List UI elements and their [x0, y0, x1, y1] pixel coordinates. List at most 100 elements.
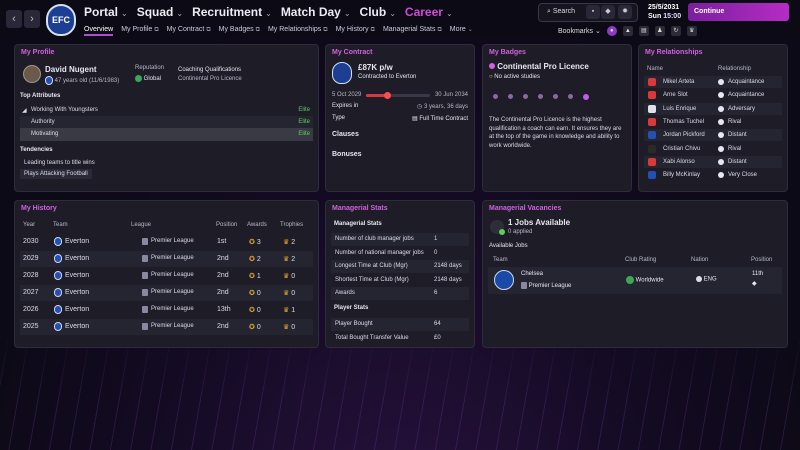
history-row[interactable]: 2030 Everton Premier League 1st ✪ 3 ♛ 2	[20, 234, 313, 250]
badge-dot-icon	[493, 94, 498, 99]
history-team: Everton	[65, 323, 90, 330]
medal-icon: ✪	[249, 307, 257, 314]
relationship-row[interactable]: Mikel Arteta Acquaintance	[644, 76, 782, 88]
tab-my-profile[interactable]: My Profile ⧉	[121, 26, 158, 36]
back-button[interactable]: ‹	[6, 10, 22, 28]
stat-label: Awards	[335, 290, 355, 297]
forward-button[interactable]: ›	[24, 10, 40, 28]
continue-button[interactable]: Continue	[688, 3, 789, 21]
relationship-row[interactable]: Billy McKinlay Very Close	[644, 169, 782, 181]
panel-title[interactable]: My Relationships	[645, 49, 703, 56]
job-rival-icon: ◆	[752, 281, 757, 287]
col-league: League	[131, 222, 152, 228]
history-league: Premier League	[151, 289, 194, 295]
notebook-icon[interactable]: ▪	[586, 5, 600, 19]
history-league: Premier League	[151, 238, 194, 244]
people-icon[interactable]: ♟	[654, 26, 665, 36]
external-link-icon: ⧉	[255, 27, 260, 33]
refresh-icon[interactable]: ↻	[670, 26, 681, 36]
job-row[interactable]: Chelsea Premier League Worldwide ENG 11t…	[488, 267, 782, 294]
badge-dot-icon	[553, 94, 558, 99]
relationship-name: Thomas Tuchel	[663, 118, 705, 125]
badge-dot-icon	[538, 94, 543, 99]
history-row[interactable]: 2028 Everton Premier League 2nd ✪ 1 ♛ 0	[20, 268, 313, 284]
tendency-item: Plays Attacking Football	[20, 169, 92, 179]
gear-icon[interactable]: ✹	[618, 5, 632, 19]
stat-value: 6	[434, 290, 438, 297]
history-row[interactable]: 2025 Everton Premier League 2nd ✪ 0 ♛ 0	[20, 319, 313, 335]
league-icon	[142, 272, 148, 279]
stat-label: Number of national manager jobs	[335, 249, 424, 256]
my-history-panel: My History Year Team League Position Awa…	[14, 200, 319, 348]
history-year: 2027	[23, 289, 39, 296]
type-label: Type	[332, 115, 346, 121]
bookmarks-button[interactable]: Bookmarks ⌄	[558, 27, 601, 35]
chevron-down-icon: ⌄	[343, 9, 351, 18]
external-link-icon: ⧉	[370, 27, 375, 33]
bonuses-heading[interactable]: Bonuses	[332, 151, 362, 158]
history-row[interactable]: 2026 Everton Premier League 13th ✪ 0 ♛ 1	[20, 302, 313, 318]
chat-icon[interactable]: ●	[606, 26, 617, 36]
globe-icon	[626, 276, 634, 284]
nav-club[interactable]: Club ⌄	[360, 5, 396, 19]
relationship-row[interactable]: Xabi Alonso Distant	[644, 155, 782, 168]
tab-my-history[interactable]: My History ⧉	[336, 26, 375, 36]
history-row[interactable]: 2029 Everton Premier League 2nd ✪ 2 ♛ 2	[20, 251, 313, 267]
stat-label: Player Bought	[335, 321, 373, 327]
sub-nav: Overview My Profile ⧉ My Contract ⧉ My Bad…	[84, 26, 473, 36]
tendency-item: Leading teams to title wins	[24, 160, 95, 166]
managerial-stats-panel: Managerial Stats Managerial Stats Player…	[325, 200, 475, 348]
col-team: Team	[493, 257, 508, 263]
clock-icon: ◷	[417, 104, 423, 110]
nav-portal[interactable]: Portal ⌄	[84, 5, 128, 19]
panel-title[interactable]: Managerial Stats	[332, 205, 388, 212]
kit-icon	[648, 104, 656, 113]
badge-dot-icon	[568, 94, 573, 99]
person-icon: ◢	[22, 108, 27, 114]
kit-icon[interactable]: ▲	[622, 26, 633, 36]
history-trophies: ♛ 1	[283, 307, 296, 314]
badge-name: Continental Pro Licence	[489, 62, 589, 71]
history-team: Everton	[65, 306, 90, 313]
relationship-row[interactable]: Cristian Chivu Rival	[644, 143, 782, 155]
history-position: 2nd	[217, 255, 229, 262]
nav-recruitment[interactable]: Recruitment ⌄	[192, 5, 272, 19]
relationship-row[interactable]: Thomas Tuchel Rival	[644, 116, 782, 128]
panel-title[interactable]: My History	[21, 205, 57, 212]
trophy-icon: ♛	[283, 256, 292, 263]
medal-icon: ✪	[249, 290, 257, 297]
chevron-down-icon: ⌄	[445, 9, 453, 18]
club-crest-icon	[54, 271, 62, 280]
relationship-row[interactable]: Luis Enrique Adversary	[644, 102, 782, 115]
history-league: Premier League	[151, 323, 194, 329]
nav-squad[interactable]: Squad ⌄	[137, 5, 183, 19]
panel-title[interactable]: My Profile	[21, 49, 54, 56]
col-nation: Nation	[691, 257, 709, 263]
club-icon[interactable]: ◆	[601, 5, 615, 19]
stat-row: Awards 6	[331, 287, 469, 301]
relationship-row[interactable]: Arne Slot Acquaintance	[644, 89, 782, 101]
tab-my-relationships[interactable]: My Relationships ⧉	[268, 26, 328, 36]
nav-career[interactable]: Career ⌄	[405, 5, 453, 19]
chevron-down-icon: ⌄	[467, 27, 473, 33]
club-crest[interactable]: EFC	[46, 4, 76, 36]
clauses-heading[interactable]: Clauses	[332, 131, 359, 138]
contract-end: 30 Jun 2034	[434, 92, 468, 98]
relationship-row[interactable]: Jordan Pickford Distant	[644, 129, 782, 142]
panel-title[interactable]: My Badges	[489, 49, 526, 56]
panel-title[interactable]: My Contract	[332, 49, 372, 56]
my-relationships-panel: My Relationships Name Relationship Mikel…	[638, 44, 788, 192]
panel-title[interactable]: Managerial Vacancies	[489, 205, 561, 212]
history-row[interactable]: 2027 Everton Premier League 2nd ✪ 0 ♛ 0	[20, 285, 313, 301]
chelsea-crest-icon	[494, 270, 514, 290]
tab-managerial-stats[interactable]: Managerial Stats ⧉	[383, 26, 442, 36]
tab-more[interactable]: More ⌄	[450, 26, 473, 36]
nav-match-day[interactable]: Match Day ⌄	[281, 5, 351, 19]
stat-value: £0	[434, 334, 441, 341]
clipboard-icon[interactable]: ▤	[638, 26, 649, 36]
tab-my-contract[interactable]: My Contract ⧉	[167, 26, 211, 36]
tab-my-badges[interactable]: My Badges ⧉	[219, 26, 260, 36]
trophy-icon[interactable]: ♛	[686, 26, 697, 36]
badge-dot-icon	[523, 94, 528, 99]
tab-overview[interactable]: Overview	[84, 26, 114, 36]
